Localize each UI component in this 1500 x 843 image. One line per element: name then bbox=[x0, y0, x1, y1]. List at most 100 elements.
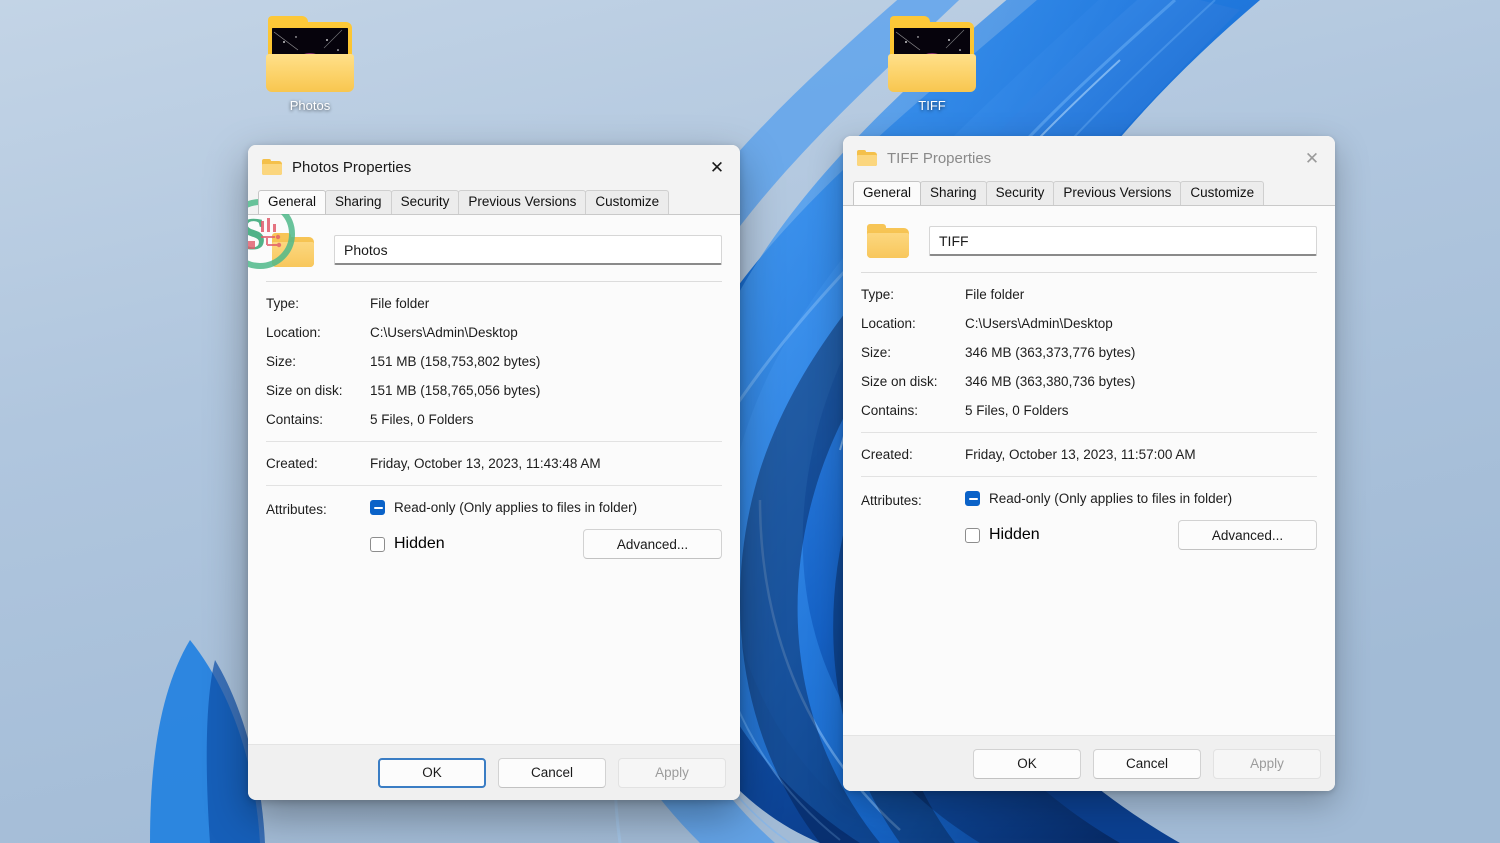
property-label: Size: bbox=[266, 354, 370, 369]
divider bbox=[266, 281, 722, 282]
folder-icon bbox=[262, 159, 282, 175]
property-value: C:\Users\Admin\Desktop bbox=[965, 316, 1113, 331]
property-value: File folder bbox=[965, 287, 1024, 302]
attributes-label: Attributes: bbox=[861, 491, 965, 508]
divider bbox=[861, 272, 1317, 273]
property-value: 151 MB (158,753,802 bytes) bbox=[370, 354, 540, 369]
desktop-icon-label: TIFF bbox=[872, 98, 992, 113]
hidden-checkbox[interactable] bbox=[965, 528, 980, 543]
folder-with-photo-thumbnail-icon bbox=[262, 14, 358, 94]
property-label: Type: bbox=[861, 287, 965, 302]
readonly-checkbox[interactable] bbox=[965, 491, 980, 506]
folder-with-photo-thumbnail-icon bbox=[884, 14, 980, 94]
property-row-type: Type: File folder bbox=[861, 287, 1317, 302]
dialog-footer: OK Cancel Apply bbox=[843, 735, 1335, 791]
folder-icon bbox=[272, 233, 314, 267]
readonly-checkbox-row[interactable]: Read-only (Only applies to files in fold… bbox=[370, 500, 722, 515]
property-row-contains: Contains: 5 Files, 0 Folders bbox=[861, 403, 1317, 418]
tab-previous-versions[interactable]: Previous Versions bbox=[458, 190, 586, 214]
tabstrip[interactable]: General Sharing Security Previous Versio… bbox=[248, 189, 740, 214]
property-row-location: Location: C:\Users\Admin\Desktop bbox=[861, 316, 1317, 331]
tab-customize[interactable]: Customize bbox=[1180, 181, 1264, 205]
property-label: Type: bbox=[266, 296, 370, 311]
attributes-section: Attributes: Read-only (Only applies to f… bbox=[861, 491, 1317, 550]
property-row-created: Created: Friday, October 13, 2023, 11:57… bbox=[861, 447, 1317, 462]
folder-icon bbox=[867, 224, 909, 258]
hidden-checkbox[interactable] bbox=[370, 537, 385, 552]
property-row-created: Created: Friday, October 13, 2023, 11:43… bbox=[266, 456, 722, 471]
property-label: Created: bbox=[861, 447, 965, 462]
property-row-type: Type: File folder bbox=[266, 296, 722, 311]
property-value: 151 MB (158,765,056 bytes) bbox=[370, 383, 540, 398]
folder-name-input[interactable]: TIFF bbox=[929, 226, 1317, 256]
tab-previous-versions[interactable]: Previous Versions bbox=[1053, 181, 1181, 205]
readonly-checkbox-row[interactable]: Read-only (Only applies to files in fold… bbox=[965, 491, 1317, 506]
divider bbox=[266, 485, 722, 486]
ok-button[interactable]: OK bbox=[378, 758, 486, 788]
tabstrip[interactable]: General Sharing Security Previous Versio… bbox=[843, 180, 1335, 205]
advanced-button[interactable]: Advanced... bbox=[583, 529, 722, 559]
property-label: Location: bbox=[266, 325, 370, 340]
property-row-location: Location: C:\Users\Admin\Desktop bbox=[266, 325, 722, 340]
svg-text:S: S bbox=[248, 208, 266, 259]
properties-list: Type: File folder Location: C:\Users\Adm… bbox=[266, 296, 722, 427]
property-label: Size on disk: bbox=[266, 383, 370, 398]
cancel-button[interactable]: Cancel bbox=[498, 758, 606, 788]
property-label: Size: bbox=[861, 345, 965, 360]
property-label: Contains: bbox=[861, 403, 965, 418]
properties-list: Type: File folder Location: C:\Users\Adm… bbox=[861, 287, 1317, 418]
tab-general[interactable]: General bbox=[258, 190, 326, 214]
tab-customize[interactable]: Customize bbox=[585, 190, 669, 214]
folder-name-input[interactable]: Photos bbox=[334, 235, 722, 265]
hidden-checkbox-row[interactable]: Hidden Advanced... bbox=[370, 529, 722, 559]
tab-sharing[interactable]: Sharing bbox=[920, 181, 987, 205]
desktop-icon-tiff[interactable]: TIFF bbox=[872, 14, 992, 113]
titlebar[interactable]: Photos Properties ✕ bbox=[248, 145, 740, 189]
property-value: 346 MB (363,373,776 bytes) bbox=[965, 345, 1135, 360]
attributes-section: Attributes: Read-only (Only applies to f… bbox=[266, 500, 722, 559]
property-label: Location: bbox=[861, 316, 965, 331]
apply-button: Apply bbox=[618, 758, 726, 788]
property-value: Friday, October 13, 2023, 11:57:00 AM bbox=[965, 447, 1196, 462]
property-value: C:\Users\Admin\Desktop bbox=[370, 325, 518, 340]
close-icon[interactable]: ✕ bbox=[694, 145, 740, 189]
tab-general[interactable]: General bbox=[853, 181, 921, 205]
property-label: Contains: bbox=[266, 412, 370, 427]
advanced-button[interactable]: Advanced... bbox=[1178, 520, 1317, 550]
folder-name-row: TIFF bbox=[861, 224, 1317, 258]
tab-security[interactable]: Security bbox=[391, 190, 460, 214]
apply-button: Apply bbox=[1213, 749, 1321, 779]
property-label: Created: bbox=[266, 456, 370, 471]
property-row-size-on-disk: Size on disk: 151 MB (158,765,056 bytes) bbox=[266, 383, 722, 398]
close-icon[interactable]: ✕ bbox=[1289, 136, 1335, 180]
readonly-checkbox[interactable] bbox=[370, 500, 385, 515]
hidden-checkbox-label: Hidden bbox=[989, 526, 1040, 544]
ok-button[interactable]: OK bbox=[973, 749, 1081, 779]
titlebar[interactable]: TIFF Properties ✕ bbox=[843, 136, 1335, 180]
tab-sharing[interactable]: Sharing bbox=[325, 190, 392, 214]
property-row-size-on-disk: Size on disk: 346 MB (363,380,736 bytes) bbox=[861, 374, 1317, 389]
hidden-checkbox-label: Hidden bbox=[394, 535, 445, 553]
window-title: Photos Properties bbox=[292, 159, 411, 176]
divider bbox=[266, 441, 722, 442]
desktop: Photos bbox=[0, 0, 1500, 843]
general-tab-pane: Photos Type: File folder Location: C:\Us… bbox=[248, 214, 740, 744]
dialog-footer: OK Cancel Apply bbox=[248, 744, 740, 800]
tab-security[interactable]: Security bbox=[986, 181, 1055, 205]
general-tab-pane: TIFF Type: File folder Location: C:\User… bbox=[843, 205, 1335, 735]
photos-properties-dialog[interactable]: Photos Properties ✕ General Sharing Secu… bbox=[248, 145, 740, 800]
property-value: 5 Files, 0 Folders bbox=[370, 412, 474, 427]
desktop-icon-photos[interactable]: Photos bbox=[250, 14, 370, 113]
readonly-checkbox-label: Read-only (Only applies to files in fold… bbox=[989, 491, 1232, 506]
hidden-checkbox-row[interactable]: Hidden Advanced... bbox=[965, 520, 1317, 550]
window-title: TIFF Properties bbox=[887, 150, 991, 167]
tiff-properties-dialog[interactable]: TIFF Properties ✕ General Sharing Securi… bbox=[843, 136, 1335, 791]
divider bbox=[861, 476, 1317, 477]
property-label: Size on disk: bbox=[861, 374, 965, 389]
readonly-checkbox-label: Read-only (Only applies to files in fold… bbox=[394, 500, 637, 515]
folder-icon bbox=[857, 150, 877, 166]
property-value: Friday, October 13, 2023, 11:43:48 AM bbox=[370, 456, 601, 471]
property-value: File folder bbox=[370, 296, 429, 311]
property-row-size: Size: 346 MB (363,373,776 bytes) bbox=[861, 345, 1317, 360]
cancel-button[interactable]: Cancel bbox=[1093, 749, 1201, 779]
